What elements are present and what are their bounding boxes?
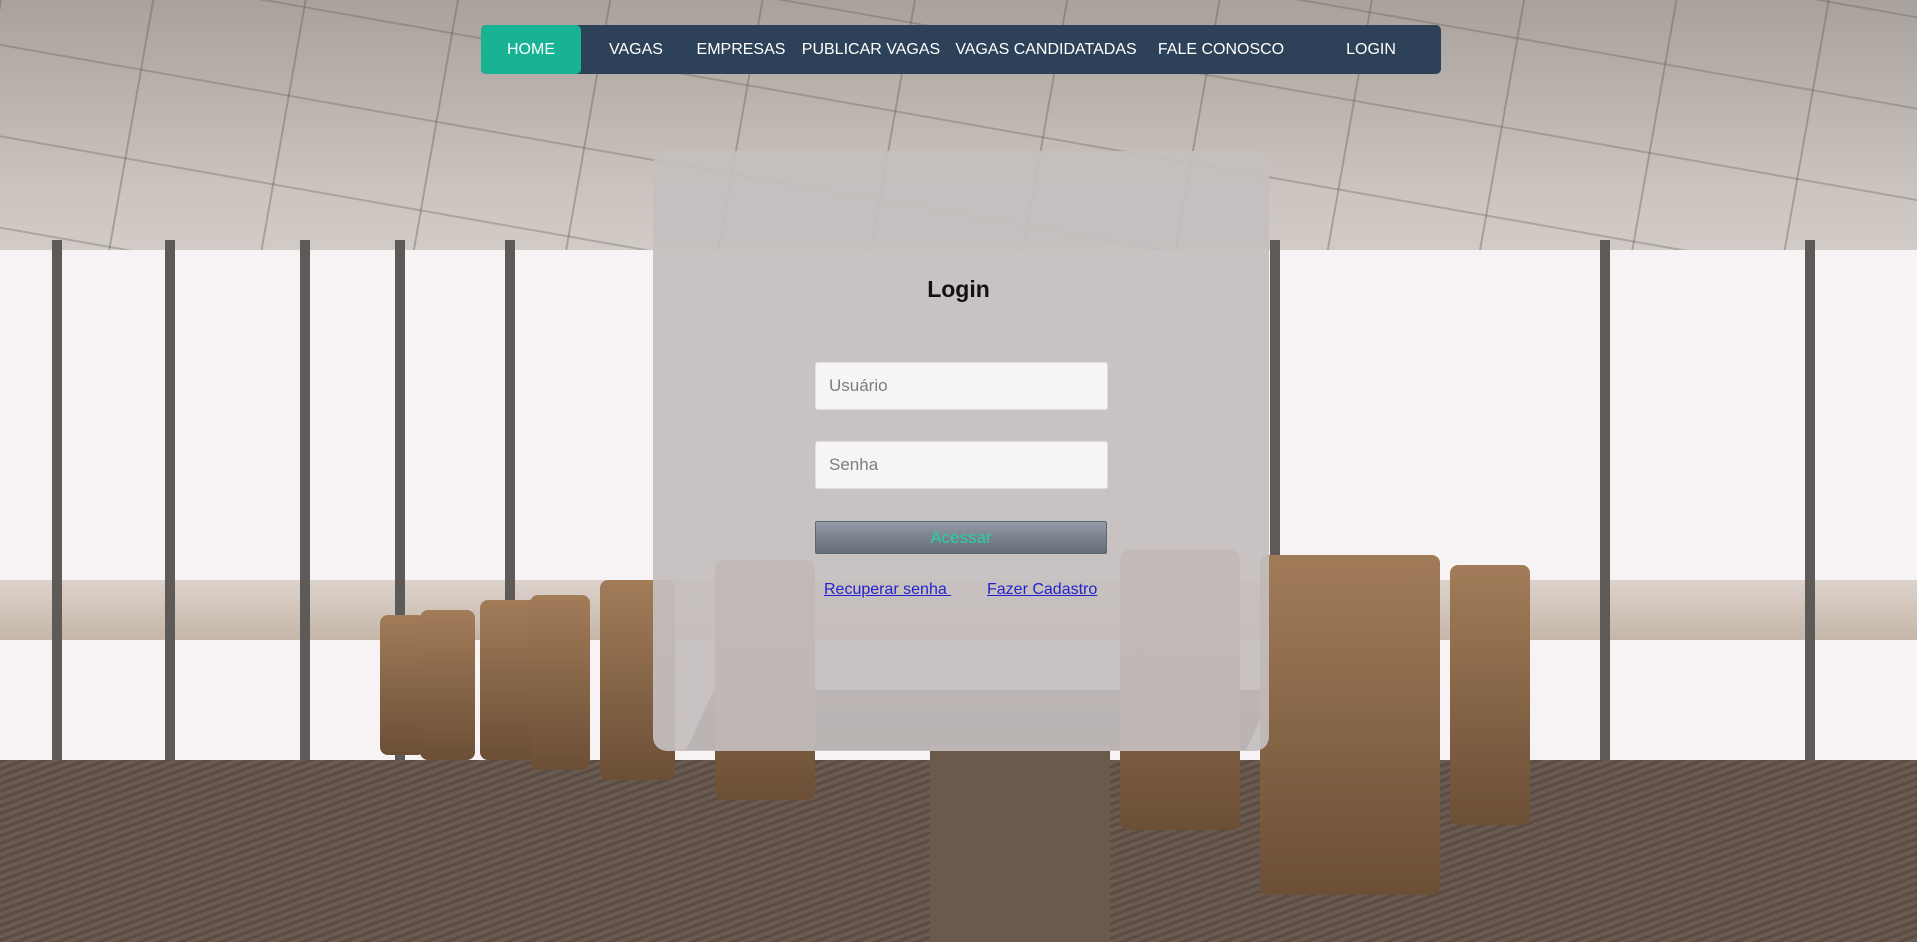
window-mullion [165, 240, 175, 800]
nav-home[interactable]: HOME [481, 25, 581, 74]
table-base [930, 745, 1110, 942]
password-input[interactable] [815, 441, 1108, 489]
nav-vagas[interactable]: VAGAS [581, 25, 691, 74]
nav-empresas[interactable]: EMPRESAS [691, 25, 791, 74]
register-link[interactable]: Fazer Cadastro [987, 581, 1097, 599]
acessar-button[interactable]: Acessar [815, 521, 1107, 554]
chair [1450, 565, 1530, 825]
nav-vagas-candidatadas[interactable]: VAGAS CANDIDATADAS [951, 25, 1141, 74]
chair [1260, 555, 1440, 895]
window-mullion [1600, 240, 1610, 800]
login-title: Login [927, 276, 990, 302]
chair [380, 615, 425, 755]
main-navbar: HOME VAGAS EMPRESAS PUBLICAR VAGAS VAGAS… [481, 25, 1441, 74]
window-mullion [52, 240, 62, 800]
window-mullion [1805, 240, 1815, 800]
nav-login[interactable]: LOGIN [1301, 25, 1441, 74]
recover-password-link[interactable]: Recuperar senha [824, 581, 951, 599]
chair [530, 595, 590, 770]
nav-fale-conosco[interactable]: FALE CONOSCO [1141, 25, 1301, 74]
window-mullion [300, 240, 310, 800]
username-input[interactable] [815, 362, 1108, 410]
chair [420, 610, 475, 760]
nav-publicar-vagas[interactable]: PUBLICAR VAGAS [791, 25, 951, 74]
